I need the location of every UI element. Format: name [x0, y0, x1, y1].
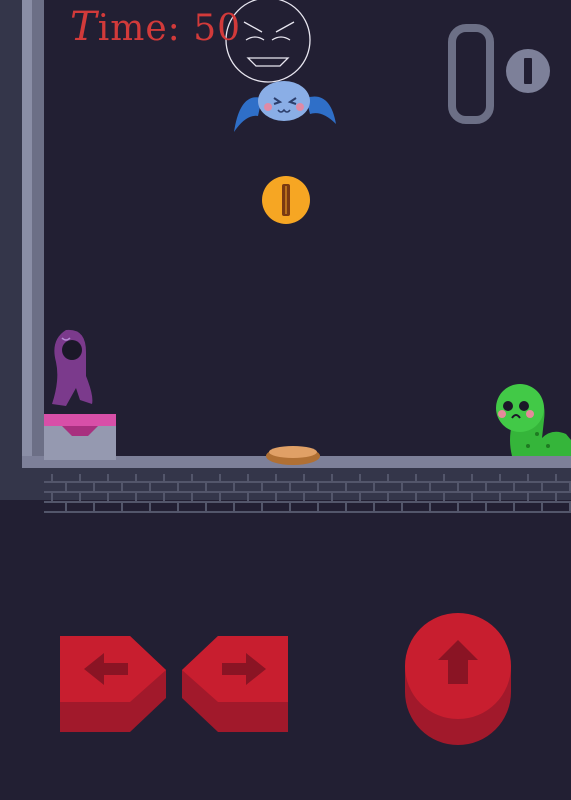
floor-body	[22, 468, 571, 500]
timer-label: ime:	[97, 8, 194, 49]
hooded-player	[52, 329, 93, 406]
gold-coin-pickup	[262, 176, 310, 224]
move-left-button[interactable]	[60, 636, 170, 734]
timer-prefix: T	[70, 4, 98, 50]
bread-pressure-plate	[266, 446, 320, 465]
pink-ledge-top	[44, 414, 116, 426]
timer-display: Time: 50	[70, 4, 241, 50]
left-wall	[32, 0, 44, 470]
timer-value: 50	[193, 8, 242, 49]
left-outer-wall	[0, 0, 22, 500]
blue-bat-enemy	[234, 81, 336, 132]
coin-count: 0	[452, 28, 490, 120]
green-worm-enemy	[496, 384, 571, 456]
move-right-button[interactable]	[182, 636, 292, 734]
jump-button[interactable]	[402, 612, 514, 750]
left-wall-highlight	[22, 0, 32, 470]
